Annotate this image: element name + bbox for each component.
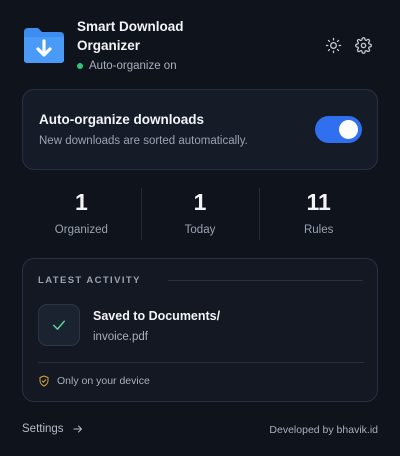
status-text: Auto-organize on — [89, 60, 177, 72]
stat-label: Today — [184, 224, 216, 236]
toggle-subtitle: New downloads are sorted automatically. — [39, 135, 248, 147]
status-indicator: Auto-organize on — [77, 60, 177, 72]
privacy-note: Only on your device — [38, 375, 150, 387]
stat-label: Rules — [303, 224, 334, 236]
auto-organize-toggle[interactable] — [315, 116, 362, 143]
heading-divider — [168, 280, 363, 281]
header: Smart Download Organizer Auto-organize o… — [22, 14, 378, 78]
app-title: Smart Download Organizer — [77, 19, 184, 53]
stats-row: 1 Organized 1 Today 11 Rules — [22, 186, 378, 242]
sun-icon[interactable] — [324, 36, 342, 54]
activity-heading: LATEST ACTIVITY — [38, 275, 141, 286]
shield-icon — [39, 375, 49, 387]
check-icon — [38, 304, 80, 346]
settings-link[interactable]: Settings — [22, 423, 84, 435]
privacy-text: Only on your device — [57, 375, 150, 387]
activity-item-title: Saved to Documents/ — [93, 309, 221, 323]
toggle-title: Auto-organize downloads — [39, 112, 204, 127]
status-dot — [77, 63, 83, 69]
settings-link-label: Settings — [22, 423, 64, 435]
stat-label: Organized — [54, 224, 108, 236]
stat-rules: 11 Rules — [259, 186, 378, 242]
activity-divider — [38, 362, 364, 363]
developer-credit[interactable]: Developed by bhavik.id — [269, 424, 378, 436]
activity-item-file: invoice.pdf — [93, 331, 148, 343]
latest-activity-card: LATEST ACTIVITY Saved to Documents/ invo… — [22, 258, 378, 402]
stat-organized: 1 Organized — [22, 186, 141, 242]
auto-organize-card: Auto-organize downloads New downloads ar… — [22, 89, 378, 170]
stat-value: 11 — [306, 189, 331, 215]
gear-icon[interactable] — [354, 36, 372, 54]
toggle-knob — [339, 120, 358, 139]
stat-value: 1 — [193, 189, 207, 215]
stat-today: 1 Today — [140, 186, 260, 242]
download-folder-icon — [24, 28, 64, 63]
stat-value: 1 — [74, 189, 88, 215]
arrow-right-icon — [73, 425, 82, 433]
